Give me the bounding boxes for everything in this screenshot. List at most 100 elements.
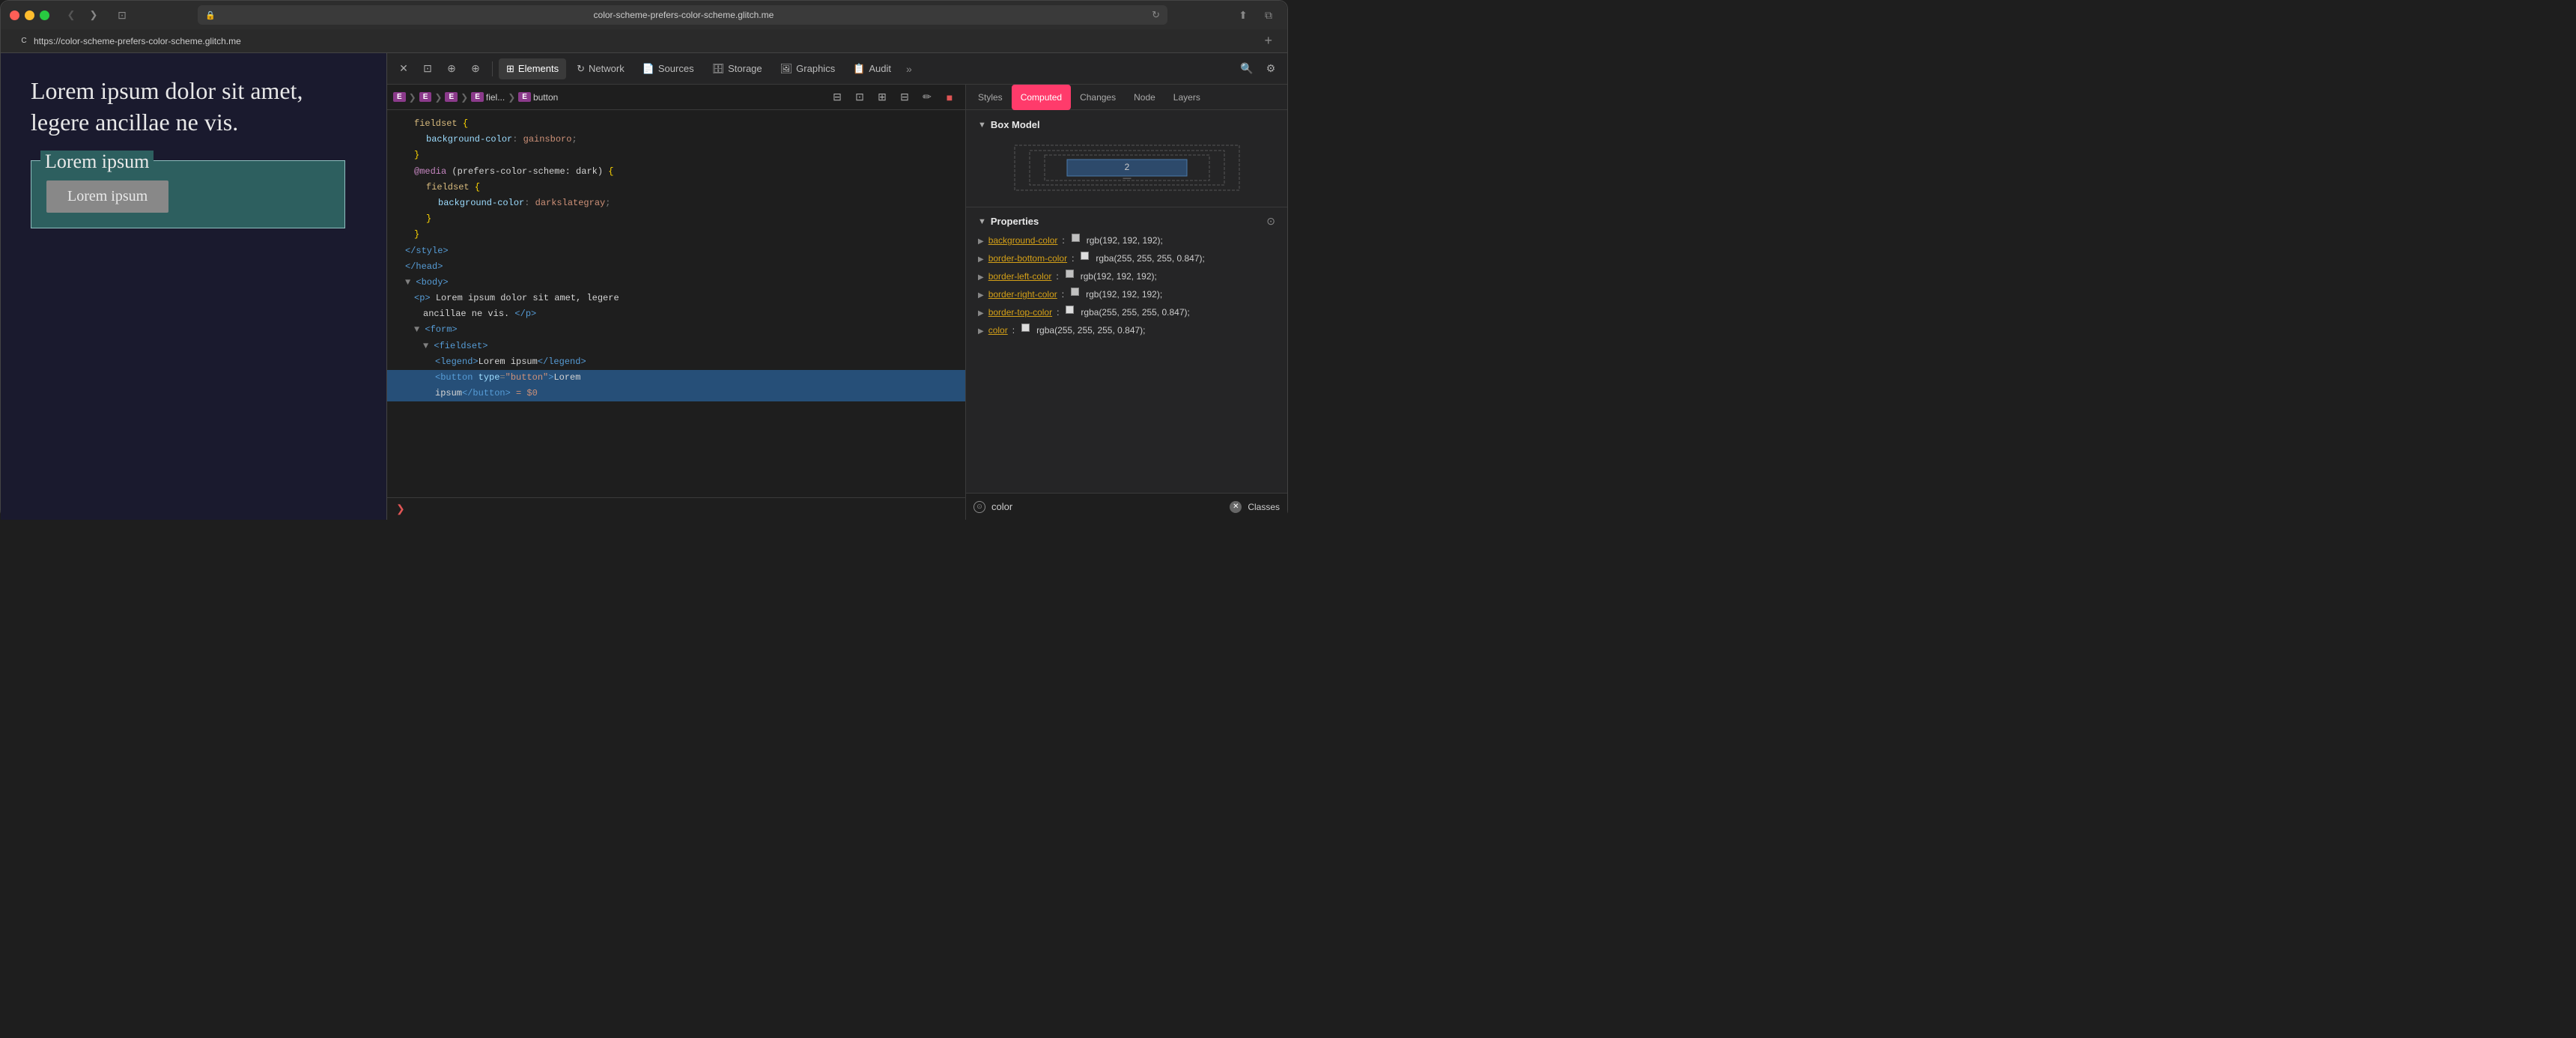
prop-name-background-color[interactable]: background-color	[988, 234, 1058, 247]
prop-value-border-left-color: rgb(192, 192, 192);	[1081, 270, 1157, 283]
classes-button[interactable]: Classes	[1248, 502, 1280, 512]
devtools-tab-elements[interactable]: ⊞ Elements	[499, 58, 566, 79]
devtools-settings-button[interactable]: ⚙	[1260, 58, 1281, 79]
property-row-border-left-color: ▶ border-left-color : rgb(192, 192, 192)…	[978, 270, 1275, 283]
breadcrumb-text-4: fiel...	[486, 92, 505, 103]
prop-expand-arrow-4[interactable]: ▶	[978, 290, 984, 301]
tab-computed[interactable]: Computed	[1012, 85, 1071, 110]
devtools-tab-sources[interactable]: 📄 Sources	[635, 58, 702, 79]
prop-name-border-right-color[interactable]: border-right-color	[988, 288, 1057, 301]
breadcrumb-tag-1: E	[393, 92, 406, 102]
search-bar: ⊙ ✕ Classes	[966, 493, 1287, 520]
code-line: }	[387, 211, 965, 227]
properties-section: ▼ Properties ⊙ ▶ background-color : rgb(…	[966, 207, 1287, 493]
breadcrumb-item-2[interactable]: E	[419, 92, 432, 102]
prop-expand-arrow[interactable]: ▶	[978, 236, 984, 247]
breadcrumb-item-3[interactable]: E	[445, 92, 458, 102]
code-line: @media (prefers-color-scheme: dark) {	[387, 164, 965, 180]
code-line: }	[387, 227, 965, 243]
prop-name-border-bottom-color[interactable]: border-bottom-color	[988, 252, 1067, 265]
devtools-close-button[interactable]: ✕	[393, 58, 414, 79]
prop-expand-arrow-2[interactable]: ▶	[978, 254, 984, 265]
storage-tab-label: Storage	[728, 63, 762, 74]
code-panel: fieldset { background-color: gainsboro; …	[387, 110, 965, 520]
maximize-button[interactable]	[40, 10, 49, 20]
devtools-more-button[interactable]: »	[902, 63, 917, 75]
favicon-icon: C	[19, 36, 29, 46]
graphics-icon: 🖼	[780, 63, 793, 75]
prop-name-border-top-color[interactable]: border-top-color	[988, 306, 1052, 319]
close-button[interactable]	[10, 10, 19, 20]
breadcrumb-tag-2: E	[419, 92, 432, 102]
devtools-device-button[interactable]: ⊕	[441, 58, 462, 79]
prop-expand-arrow-6[interactable]: ▶	[978, 326, 984, 337]
sidebar-toggle-button[interactable]: ⊡	[112, 7, 132, 22]
devtools-inspect-element-button[interactable]: ⊡	[417, 58, 438, 79]
quad-view-button[interactable]: ⊞	[872, 88, 892, 107]
back-button[interactable]: ❮	[61, 7, 81, 22]
search-clear-button[interactable]: ✕	[1230, 501, 1242, 513]
color-swatch-border-top-color[interactable]	[1066, 306, 1074, 314]
breadcrumb-item-1[interactable]: E	[393, 92, 406, 102]
color-swatch-background-color[interactable]	[1072, 234, 1080, 242]
property-row-background-color: ▶ background-color : rgb(192, 192, 192);	[978, 234, 1275, 247]
forward-button[interactable]: ❯	[84, 7, 103, 22]
node-tab-label: Node	[1134, 92, 1155, 103]
layout-button[interactable]: ⊟	[895, 88, 914, 107]
tab-changes[interactable]: Changes	[1071, 85, 1125, 110]
breadcrumb-arrow-2: ❯	[434, 92, 442, 103]
highlight-button[interactable]: ■	[940, 88, 959, 107]
code-line-selected[interactable]: <button type="button">Lorem	[387, 370, 965, 386]
fieldset-preview: Lorem ipsum Lorem ipsum	[31, 160, 345, 228]
prop-name-border-left-color[interactable]: border-left-color	[988, 270, 1052, 283]
devtools-tab-graphics[interactable]: 🖼 Graphics	[773, 58, 843, 79]
devtools-search-button[interactable]: 🔍	[1236, 58, 1257, 79]
color-swatch-border-bottom-color[interactable]	[1081, 252, 1089, 260]
prop-colon-4: :	[1062, 288, 1064, 301]
breadcrumb-item-5[interactable]: E button	[518, 92, 558, 103]
code-line: ancillae ne vis. </p>	[387, 306, 965, 322]
color-swatch-border-left-color[interactable]	[1066, 270, 1074, 278]
lorem-button[interactable]: Lorem ipsum	[46, 180, 168, 213]
new-tab-add-button[interactable]: +	[1258, 33, 1278, 49]
devtools-tab-storage[interactable]: 🗄 Storage	[705, 58, 770, 79]
right-panel-tabs: Styles Computed Changes Node Layers	[966, 85, 1287, 110]
breadcrumb-text-5: button	[533, 92, 558, 103]
grid-view-button[interactable]: ⊟	[827, 88, 847, 107]
prop-expand-arrow-5[interactable]: ▶	[978, 308, 984, 319]
properties-header: ▼ Properties ⊙	[978, 215, 1275, 228]
box-model-diagram: 2 —	[978, 138, 1275, 198]
devtools-tab-audit[interactable]: 📋 Audit	[845, 58, 899, 79]
prop-name-color[interactable]: color	[988, 324, 1008, 337]
code-line: background-color: darkslategray;	[387, 195, 965, 211]
prop-expand-arrow-3[interactable]: ▶	[978, 272, 984, 283]
url-text: color-scheme-prefers-color-scheme.glitch…	[220, 10, 1147, 20]
breadcrumb-item-4[interactable]: E fiel...	[471, 92, 505, 103]
pencil-button[interactable]: ✏	[917, 88, 937, 107]
color-swatch-border-right-color[interactable]	[1071, 288, 1079, 296]
browser-tab[interactable]: C https://color-scheme-prefers-color-sch…	[10, 29, 250, 52]
network-tab-label: Network	[589, 63, 625, 74]
svg-text:—: —	[1123, 174, 1131, 183]
share-button[interactable]: ⬆	[1233, 7, 1253, 22]
print-button[interactable]: ⊡	[850, 88, 869, 107]
color-swatch-color[interactable]	[1021, 324, 1030, 332]
devtools-target-button[interactable]: ⊕	[465, 58, 486, 79]
breadcrumb-arrow-1: ❯	[409, 92, 416, 103]
code-line: </style>	[387, 243, 965, 259]
code-line: <p> Lorem ipsum dolor sit amet, legere	[387, 291, 965, 306]
property-search-input[interactable]	[991, 501, 1224, 512]
breadcrumb-bar: E ❯ E ❯ E ❯ E fiel... ❯	[387, 85, 965, 110]
box-model-header: ▼ Box Model	[978, 119, 1275, 130]
console-prompt: ❯	[387, 497, 965, 520]
devtools-tab-network[interactable]: ↻ Network	[569, 58, 632, 79]
main-layout: Lorem ipsum dolor sit amet,legere ancill…	[1, 53, 1287, 520]
properties-filter-icon[interactable]: ⊙	[1266, 215, 1275, 228]
tab-styles[interactable]: Styles	[969, 85, 1012, 110]
minimize-button[interactable]	[25, 10, 34, 20]
refresh-button[interactable]: ↻	[1152, 9, 1160, 21]
tab-layers[interactable]: Layers	[1164, 85, 1209, 110]
tab-node[interactable]: Node	[1125, 85, 1164, 110]
new-tab-button[interactable]: ⧉	[1259, 7, 1278, 22]
address-bar: 🔒 color-scheme-prefers-color-scheme.glit…	[198, 5, 1167, 25]
